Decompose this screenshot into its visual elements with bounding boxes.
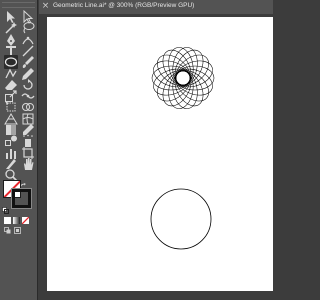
drawing-mode-icon[interactable] — [4, 221, 11, 234]
document-tab[interactable]: × Geometric Line.ai* @ 300% (RGB/Preview… — [39, 0, 273, 15]
tools-panel — [0, 0, 38, 300]
document-title: Geometric Line.ai* @ 300% (RGB/Preview G… — [53, 2, 195, 9]
screen-mode-icon[interactable] — [14, 221, 21, 234]
spirograph-artwork[interactable] — [150, 45, 216, 111]
hand-icon — [24, 157, 34, 170]
hand-tool[interactable] — [21, 157, 35, 171]
panel-grip[interactable] — [2, 2, 35, 8]
close-tab-icon[interactable]: × — [41, 2, 50, 11]
gradient-mode-button[interactable] — [13, 211, 20, 224]
stroke-swatch[interactable] — [12, 189, 31, 208]
default-colors-icon[interactable] — [2, 201, 9, 214]
artboard[interactable] — [47, 17, 273, 291]
circle-shape[interactable] — [150, 188, 212, 250]
color-mode-button[interactable] — [4, 211, 11, 224]
none-mode-button[interactable] — [21, 211, 30, 225]
